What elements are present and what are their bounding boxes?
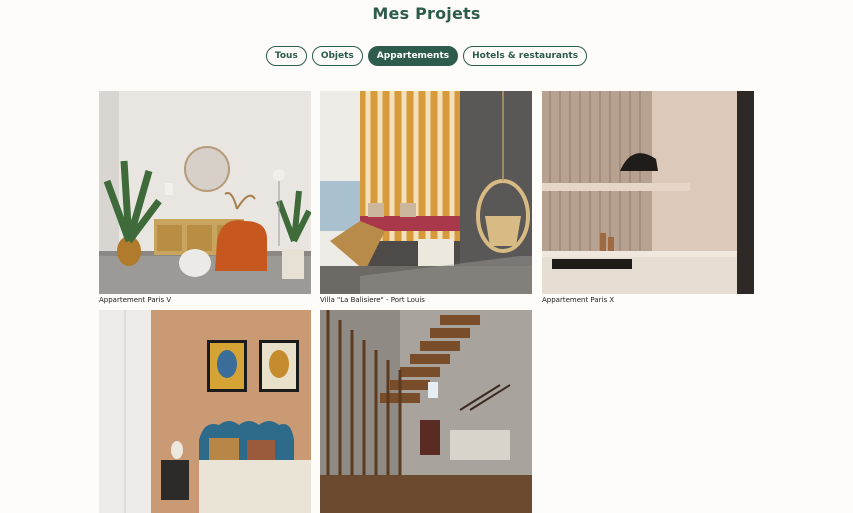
- filter-bar: Tous Objets Appartements Hotels & restau…: [0, 46, 853, 66]
- filter-tous[interactable]: Tous: [265, 46, 307, 66]
- project-image[interactable]: [320, 91, 532, 294]
- project-image[interactable]: [320, 310, 532, 513]
- project-image[interactable]: [99, 91, 311, 294]
- project-card[interactable]: Appartement Paris X: [542, 91, 754, 304]
- project-caption: Villa "La Balisiere" - Port Louis: [320, 296, 425, 304]
- filter-appartements[interactable]: Appartements: [367, 46, 459, 66]
- project-image[interactable]: [99, 310, 311, 513]
- project-card[interactable]: Villa "La Balisiere" - Port Louis: [320, 91, 532, 304]
- filter-hotels-restaurants[interactable]: Hotels & restaurants: [463, 46, 588, 66]
- filter-objets[interactable]: Objets: [311, 46, 363, 66]
- project-card[interactable]: [320, 310, 532, 513]
- project-caption: Appartement Paris X: [542, 296, 615, 304]
- project-card[interactable]: Appartement Paris V: [99, 91, 311, 304]
- project-image[interactable]: [542, 91, 754, 294]
- project-caption: Appartement Paris V: [99, 296, 172, 304]
- project-card[interactable]: [99, 310, 311, 513]
- page-title: Mes Projets: [372, 4, 481, 23]
